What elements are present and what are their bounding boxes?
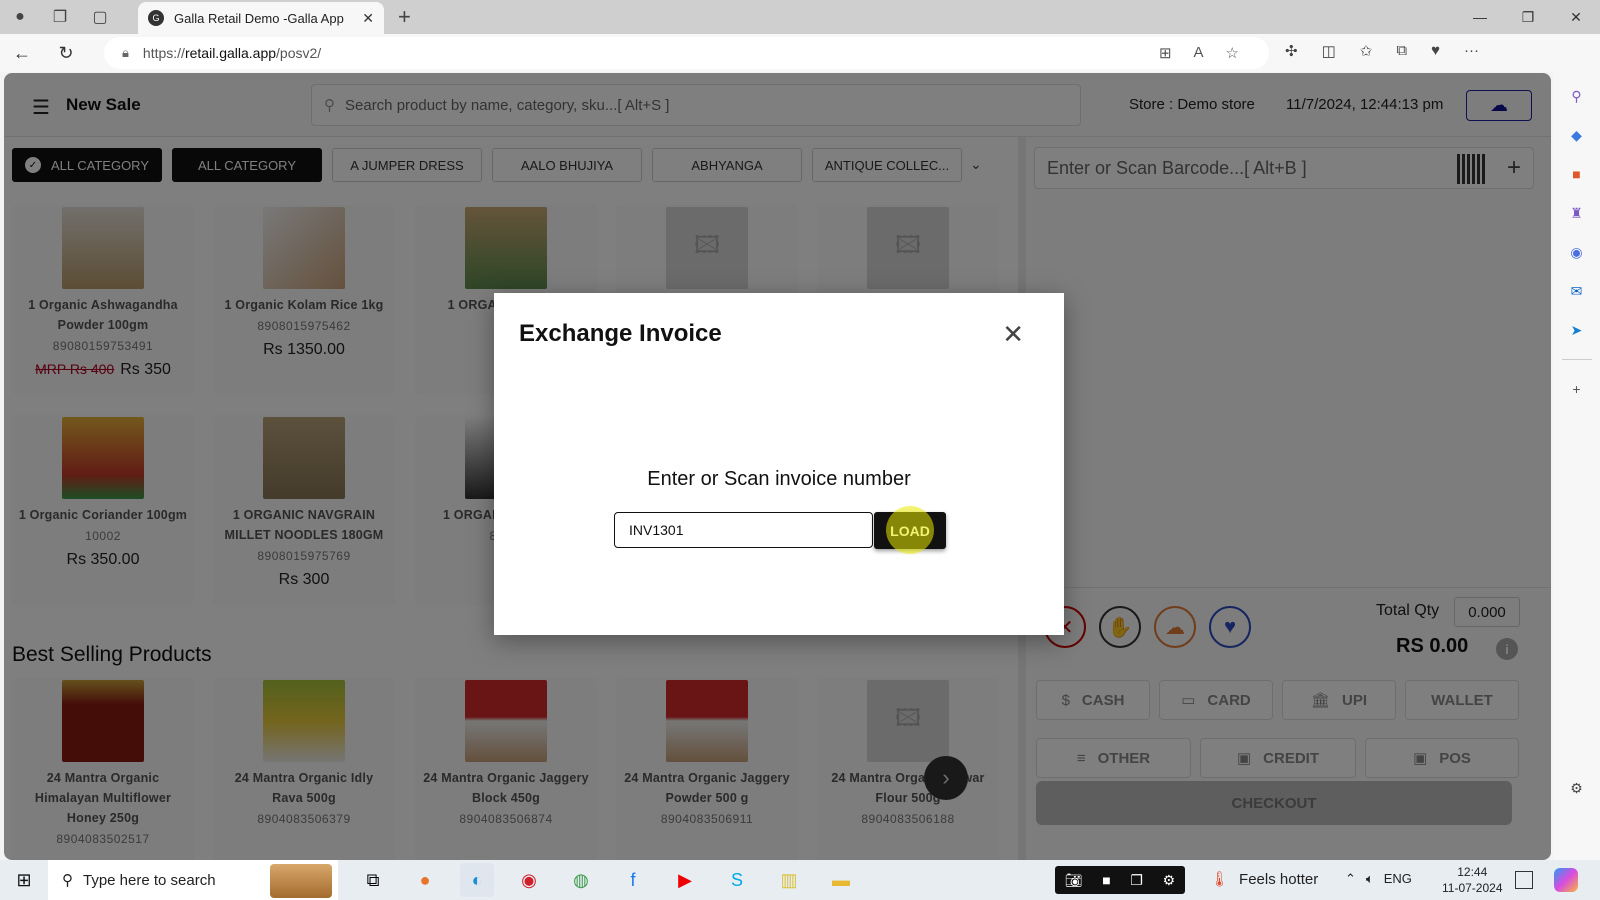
record-icon[interactable]: ◉ xyxy=(512,863,546,897)
add-sidebar-app-icon[interactable]: + xyxy=(1567,379,1587,399)
sidebar-settings-icon[interactable]: ⚙ xyxy=(1567,778,1587,798)
minimize-button[interactable]: — xyxy=(1456,0,1504,34)
settings-icon[interactable]: ⚙ xyxy=(1163,872,1176,889)
browser-tab[interactable]: G Galla Retail Demo -Galla App ✕ xyxy=(138,2,384,34)
firefox-icon[interactable]: ● xyxy=(408,863,442,897)
edge-icon[interactable]: ◐ xyxy=(460,863,494,897)
address-bar-row: ← ↻ 🔒︎ https://retail.galla.app/posv2/ ⊞… xyxy=(0,34,1600,98)
outlook-icon[interactable]: ✉ xyxy=(1567,281,1587,301)
camera-icon[interactable]: 📷︎ xyxy=(1065,872,1083,889)
video-icon[interactable]: ■ xyxy=(1102,872,1110,888)
windows-start-icon[interactable]: ⊞ xyxy=(0,870,48,891)
profile-icon[interactable]: ● xyxy=(0,0,40,34)
system-clock[interactable]: 12:44 11-07-2024 xyxy=(1442,864,1503,896)
invoice-number-input[interactable] xyxy=(614,512,873,548)
shopping-tag-icon[interactable]: ◆ xyxy=(1567,125,1587,145)
tools-icon[interactable]: ■ xyxy=(1567,164,1587,184)
dialog-title: Exchange Invoice xyxy=(519,320,722,347)
extensions-icon[interactable]: ✣ xyxy=(1285,42,1298,60)
close-window-button[interactable]: ✕ xyxy=(1552,0,1600,34)
url-scheme: https:// xyxy=(142,45,185,61)
file-explorer-icon[interactable]: ▬ xyxy=(824,863,858,897)
language-indicator[interactable]: ENG xyxy=(1384,871,1412,887)
search-icon: ⚲ xyxy=(62,872,73,889)
games-icon[interactable]: ♜ xyxy=(1567,203,1587,223)
chrome-icon[interactable]: ◍ xyxy=(564,863,598,897)
favorites-icon[interactable]: ✩ xyxy=(1360,42,1373,60)
url-host: retail.galla.app xyxy=(184,45,277,61)
search-highlight-image xyxy=(270,864,332,898)
chevron-up-icon[interactable]: ⌃ xyxy=(1345,871,1356,887)
facebook-icon[interactable]: f xyxy=(616,863,650,897)
volume-icon[interactable]: 🔈︎ xyxy=(1366,871,1374,887)
youtube-icon[interactable]: ▶ xyxy=(668,863,702,897)
window-icon[interactable]: ❐ xyxy=(1130,872,1143,889)
read-aloud-icon[interactable]: A xyxy=(1194,44,1204,62)
new-tab-button[interactable]: + xyxy=(398,4,411,30)
skype-icon[interactable]: S xyxy=(720,863,754,897)
tab-actions-icon[interactable]: ▢ xyxy=(80,0,120,34)
url-field[interactable]: 🔒︎ https://retail.galla.app/posv2/ ⊞ A ☆ xyxy=(104,37,1269,69)
url-path: /posv2/ xyxy=(276,45,322,61)
restore-button[interactable]: ❐ xyxy=(1504,0,1552,34)
favorite-star-icon[interactable]: ☆ xyxy=(1226,44,1239,62)
close-icon[interactable]: ✕ xyxy=(1002,319,1024,350)
back-icon[interactable]: ← xyxy=(0,43,44,64)
thermometer-icon: 🌡︎ xyxy=(1210,871,1230,888)
browser-essentials-icon[interactable]: ♥ xyxy=(1431,42,1440,60)
browser-tab-bar: ● ❐ ▢ G Galla Retail Demo -Galla App ✕ +… xyxy=(0,0,1600,34)
browser-sidebar: ⚲ ◆ ■ ♜ ◉ ✉ ➤ + ⚙ xyxy=(1553,72,1600,860)
sidebar-divider xyxy=(1561,359,1592,360)
exchange-invoice-dialog: Exchange Invoice ✕ Enter or Scan invoice… xyxy=(494,293,1064,635)
split-screen-icon[interactable]: ◫ xyxy=(1322,42,1336,60)
app-available-icon[interactable]: ⊞ xyxy=(1159,44,1172,62)
refresh-icon[interactable]: ↻ xyxy=(44,43,88,64)
windows-taskbar: ⊞ ⚲ Type here to search ⧉ ● ◐ ◉ ◍ f ▶ S … xyxy=(0,860,1600,900)
copilot-taskbar-icon[interactable] xyxy=(1554,868,1578,892)
lock-icon: 🔒︎ xyxy=(122,45,129,60)
microsoft365-icon[interactable]: ◉ xyxy=(1567,242,1587,262)
taskbar-search[interactable]: ⚲ Type here to search xyxy=(48,860,338,900)
sidebar-search-icon[interactable]: ⚲ xyxy=(1567,86,1587,106)
dialog-prompt: Enter or Scan invoice number xyxy=(647,468,911,490)
close-tab-icon[interactable]: ✕ xyxy=(362,10,374,27)
collections-icon[interactable]: ⧉ xyxy=(1396,42,1407,60)
favicon-icon: G xyxy=(148,10,164,26)
capture-toolbar: 📷︎ ■ ❐ ⚙ xyxy=(1055,866,1185,894)
app-icon[interactable]: ▥ xyxy=(772,863,806,897)
tab-title: Galla Retail Demo -Galla App xyxy=(174,10,344,26)
drop-icon[interactable]: ➤ xyxy=(1567,320,1587,340)
workspaces-icon[interactable]: ❐ xyxy=(40,0,80,34)
more-options-icon[interactable]: ··· xyxy=(1464,42,1479,60)
weather-widget[interactable]: 🌡︎ Feels hotter xyxy=(1210,870,1318,888)
task-view-icon[interactable]: ⧉ xyxy=(356,863,390,897)
load-button[interactable]: LOAD xyxy=(874,512,946,549)
notifications-icon[interactable] xyxy=(1515,871,1533,889)
system-tray: ⌃ 🔈︎ ENG xyxy=(1345,871,1412,887)
